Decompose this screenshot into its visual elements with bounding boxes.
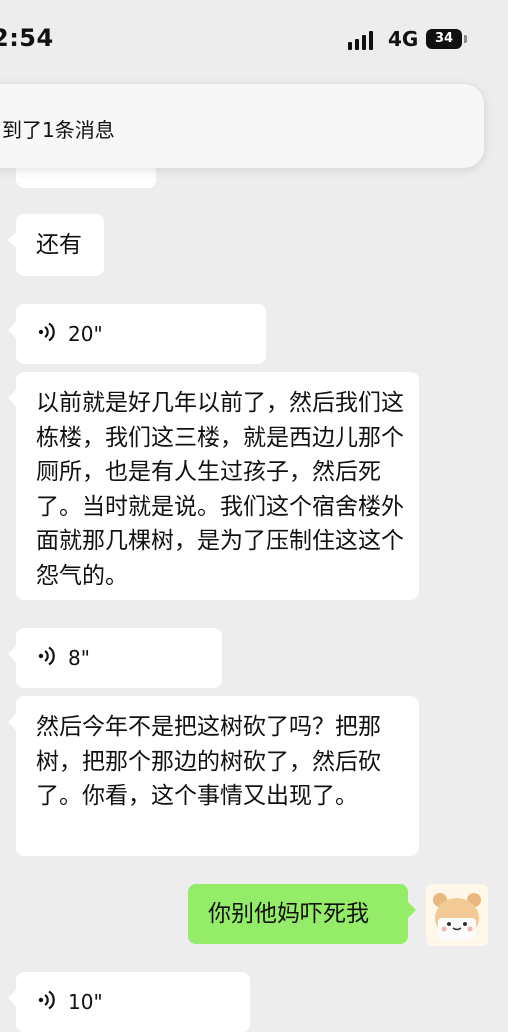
bear-avatar-icon — [433, 893, 481, 940]
battery-icon: 34 — [426, 29, 462, 49]
voice-message-bubble[interactable]: 8" — [8, 628, 222, 688]
outgoing-message-bubble[interactable]: 你别他妈吓死我 — [188, 884, 416, 944]
message-bubble[interactable]: 然后今年不是把这树砍了吗？把那树，把那个那边的树砍了，然后砍了。你看，这个事情又… — [8, 696, 419, 856]
message-bubble[interactable]: 还有 — [8, 214, 104, 276]
voice-duration: 8" — [68, 646, 90, 670]
signal-strength-icon — [348, 30, 380, 50]
avatar[interactable] — [426, 884, 488, 946]
voice-message-bubble[interactable]: 10" — [8, 972, 250, 1032]
status-bar: 2:54 4G 34 — [0, 0, 508, 80]
status-time: 2:54 — [0, 24, 54, 52]
voice-message-bubble[interactable]: 20" — [8, 304, 266, 364]
message-bubble[interactable]: 以前就是好几年以前了，然后我们这栋楼，我们这三楼，就是西边儿那个厕所，也是有人生… — [8, 372, 419, 600]
voice-duration: 10" — [68, 990, 103, 1014]
voice-duration: 20" — [68, 322, 103, 346]
message-text: 你别他妈吓死我 — [208, 901, 369, 927]
voice-wave-icon — [38, 322, 55, 342]
network-type: 4G — [388, 27, 419, 51]
message-text: 还有 — [36, 232, 82, 258]
message-text: 以前就是好几年以前了，然后我们这栋楼，我们这三楼，就是西边儿那个厕所，也是有人生… — [36, 390, 404, 589]
voice-wave-icon — [38, 990, 55, 1010]
message-text: 然后今年不是把这树砍了吗？把那树，把那个那边的树砍了，然后砍了。你看，这个事情又… — [36, 714, 381, 809]
voice-wave-icon — [38, 646, 55, 666]
notification-text: 到了1条消息 — [2, 118, 115, 142]
notification-banner[interactable]: 到了1条消息 — [0, 84, 484, 168]
battery-tip — [464, 35, 467, 43]
